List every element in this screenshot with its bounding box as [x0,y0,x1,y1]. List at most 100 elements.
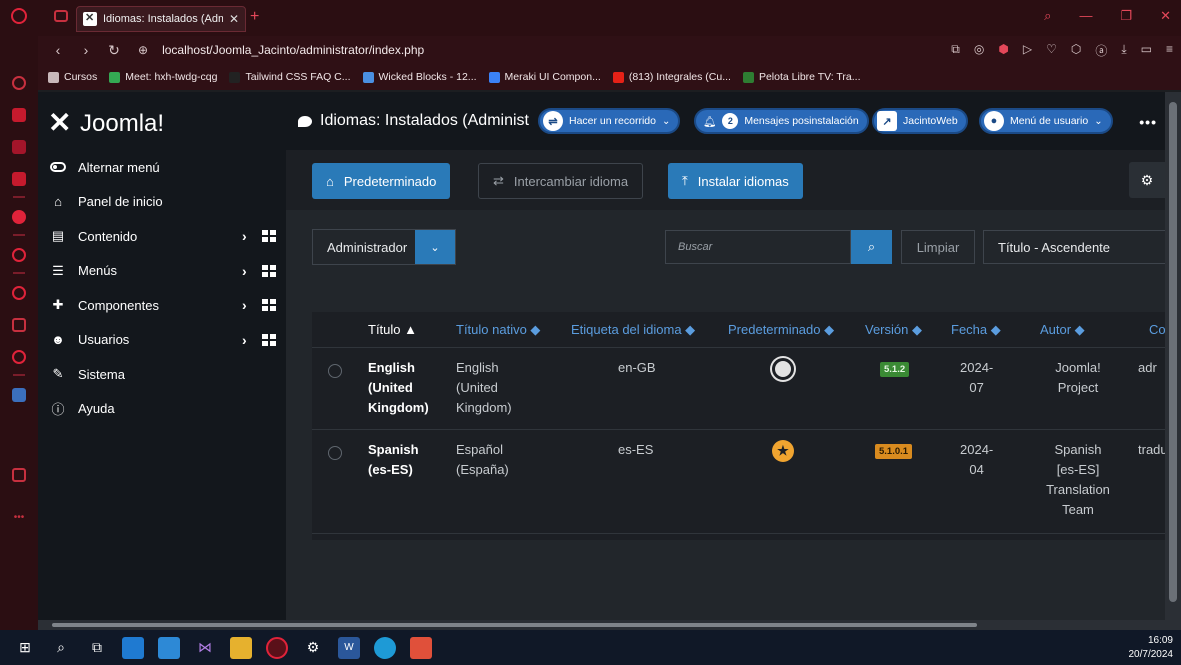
word-icon[interactable]: W [338,636,360,659]
edge-icon[interactable] [374,636,396,659]
client-select[interactable]: Administrador ⌄ [312,229,456,265]
camera-icon[interactable]: ◎ [974,42,984,59]
scroll-thumb[interactable] [52,623,977,627]
back-icon[interactable]: ‹ [50,42,66,58]
close-window-icon[interactable]: ✕ [1160,8,1171,24]
bookmark-item[interactable]: Wicked Blocks - 12... [362,71,477,83]
speed-dial-icon[interactable] [12,76,26,90]
search-tabs-icon[interactable]: ⌕ [1044,8,1051,24]
sidebar-item-sistema[interactable]: ✎ Sistema [38,357,286,392]
search-icon[interactable]: ⌕ [50,637,72,659]
history-icon[interactable] [12,286,26,300]
set-default-star-icon[interactable]: ★ [772,440,794,462]
chevron-right-icon[interactable]: › [242,297,262,313]
new-tab-icon[interactable]: + [250,8,259,26]
search-icon[interactable]: ⌕ [851,230,892,264]
workspaces-icon[interactable] [54,10,68,22]
reload-icon[interactable]: ↻ [106,42,122,59]
col-default[interactable]: Predeterminado ◆ [728,322,834,338]
site-link-button[interactable]: ↗ JacintoWeb [872,108,968,134]
site-info-icon[interactable]: ⊕ [138,43,148,57]
user-menu-button[interactable]: ● Menú de usuario ⌄ [979,108,1113,134]
col-native-title[interactable]: Título nativo ◆ [456,322,540,338]
horizontal-scrollbar[interactable] [38,620,1181,630]
language-title-line[interactable]: Kingdom) [368,398,429,418]
language-title[interactable]: English (United Kingdom) [368,358,429,418]
visual-studio-icon[interactable]: ⋈ [194,637,216,659]
url-field[interactable]: localhost/Joomla_Jacinto/administrator/i… [162,43,424,57]
easy-setup-icon[interactable]: ≡ [1166,42,1173,59]
bag-icon[interactable] [12,108,26,122]
vertical-scrollbar[interactable] [1165,92,1181,620]
bookmark-item[interactable]: (813) Integrales (Cu... [612,71,731,83]
options-gear-icon[interactable]: ⚙ [1129,162,1165,198]
player-icon[interactable] [12,248,26,262]
post-install-messages-button[interactable]: 🔔︎ 2 Mensajes posinstalación [694,108,869,134]
sidebar-item-panel-de-inicio[interactable]: ⌂ Panel de inicio [38,185,286,220]
restore-icon[interactable]: ❐ [1120,8,1132,24]
install-languages-button[interactable]: ⤒ Instalar idiomas [668,163,803,199]
col-title[interactable]: Título ▲ [368,322,417,337]
settings-icon[interactable] [12,350,26,364]
sidebar-item-componentes[interactable]: ✚ Componentes › [38,288,286,323]
tour-button[interactable]: ⇌ Hacer un recorrido ⌄ [538,108,681,134]
chevron-right-icon[interactable]: › [242,263,262,279]
scroll-thumb[interactable] [1169,102,1177,602]
bookmark-item[interactable]: Cursos [48,71,97,83]
joomla-logo[interactable]: Joomla! [48,106,164,139]
sidebar-item-contenido[interactable]: ▤ Contenido › [38,219,286,254]
more-sidebar-icon[interactable]: ••• [14,512,25,523]
settings-icon[interactable]: ⚙ [302,637,324,659]
row-select-radio[interactable] [328,364,342,378]
opera-icon[interactable] [266,636,288,659]
file-explorer-icon[interactable] [230,636,252,659]
switch-language-button[interactable]: ⇄ Intercambiar idioma [478,163,644,199]
language-title-line[interactable]: (United [368,378,429,398]
mail-icon[interactable] [158,636,180,659]
cube-icon[interactable]: ⬡ [1071,42,1081,59]
minimize-icon[interactable]: — [1079,8,1092,24]
language-title[interactable]: Spanish (es-ES) [368,440,419,480]
bookmark-item[interactable]: Meraki UI Compon... [488,71,601,83]
store-icon[interactable] [122,636,144,659]
browser-tab[interactable]: Idiomas: Instalados (Admin ✕ [76,6,246,32]
bookmark-item[interactable]: Tailwind CSS FAQ C... [229,71,351,83]
language-title-line[interactable]: Spanish [368,440,419,460]
forward-icon[interactable]: › [78,42,94,58]
bookmark-item[interactable]: Meet: hxh-twdg-cqg [109,71,217,83]
dashboard-grid-icon[interactable] [262,264,276,277]
gallery-icon[interactable] [12,468,26,482]
task-view-icon[interactable]: ⧉ [86,637,108,659]
col-version[interactable]: Versión ◆ [865,322,922,338]
col-language-tag[interactable]: Etiqueta del idioma ◆ [571,322,695,338]
send-icon[interactable]: ▷ [1023,42,1032,59]
col-contact[interactable]: Co [1149,322,1165,337]
chevron-right-icon[interactable]: › [242,228,262,244]
col-date[interactable]: Fecha ◆ [951,322,1001,338]
sidebar-item-ayuda[interactable]: ⓘ Ayuda [38,392,286,427]
aria-icon[interactable] [12,210,26,224]
dashboard-grid-icon[interactable] [262,230,276,243]
clear-button[interactable]: Limpiar [901,230,975,264]
extension-icon[interactable] [12,388,26,402]
tab-close-icon[interactable]: ✕ [229,12,239,26]
language-title-line[interactable]: English [368,358,429,378]
set-default-button[interactable]: ⌂ Predeterminado [312,163,451,199]
adblock-shield-icon[interactable]: ⬢ [998,42,1008,59]
account-icon[interactable]: ⓐ [1095,42,1107,59]
windows-start-icon[interactable]: ⊞ [14,637,36,659]
row-select-radio[interactable] [328,446,342,460]
sort-select[interactable]: Título - Ascendente [983,230,1165,264]
download-icon[interactable]: ⤓ [1121,42,1126,59]
snapshot-icon[interactable]: ⧉ [951,42,960,59]
xampp-icon[interactable] [410,636,432,659]
twitch-icon[interactable] [12,140,26,154]
sidebar-item-alternar-men-[interactable]: Alternar menú [38,150,286,185]
bookmark-item[interactable]: Pelota Libre TV: Tra... [742,71,861,83]
cube-icon[interactable] [12,318,26,332]
dashboard-grid-icon[interactable] [262,333,276,346]
default-active-icon[interactable] [772,358,794,380]
more-options-icon[interactable]: ••• [1139,114,1157,130]
chevron-right-icon[interactable]: › [242,332,262,348]
language-title-line[interactable]: (es-ES) [368,460,419,480]
